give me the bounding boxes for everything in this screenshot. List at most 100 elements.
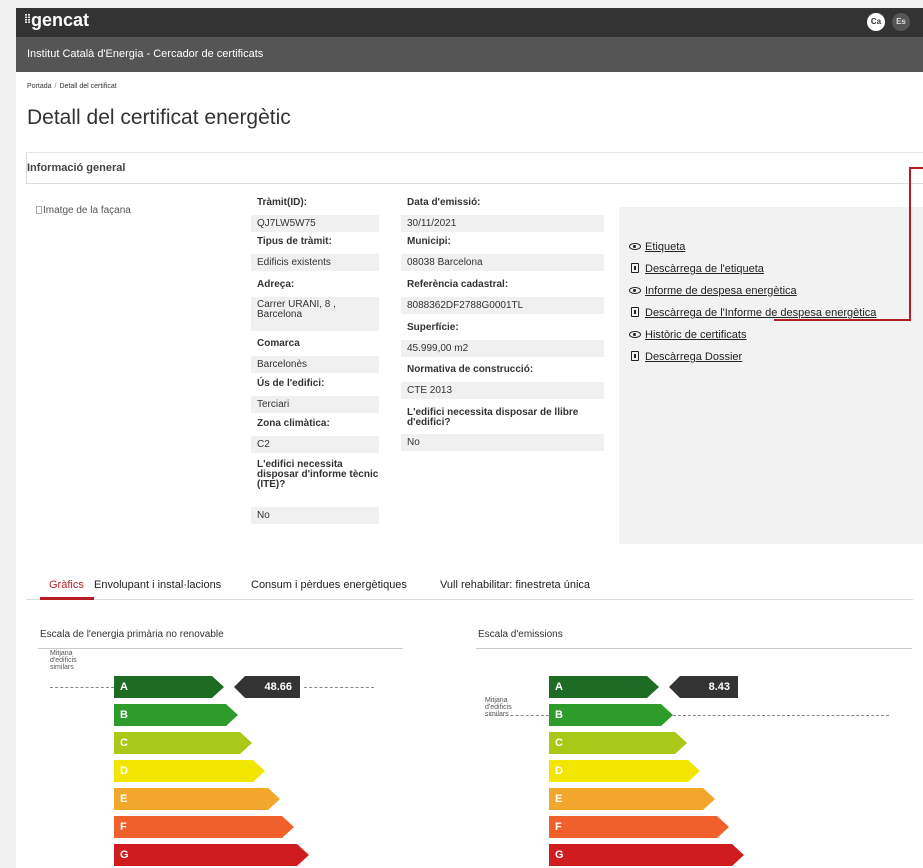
fields_col1-label-3: Comarca xyxy=(257,338,300,349)
eye-icon xyxy=(629,331,641,338)
breadcrumb: Portada / Detall del certificat xyxy=(27,83,117,90)
rating-bar-C: C xyxy=(114,732,252,754)
language-ca-button[interactable]: Ca xyxy=(867,13,885,31)
page-shell: ⁞⁞gencat Ca Es Institut Català d'Energia… xyxy=(16,8,923,868)
top-bar: ⁞⁞gencat Ca Es xyxy=(16,8,923,37)
average-label-line: Mitjana xyxy=(485,697,508,704)
average-label-line: d'edificis xyxy=(50,657,77,664)
fields_col1-value-6: No xyxy=(251,507,379,524)
average-dash-right-0 xyxy=(304,687,374,688)
average-label-line: Mitjana xyxy=(50,650,73,657)
facade-image: Imatge de la façana xyxy=(36,205,131,216)
broken-image-icon xyxy=(36,206,42,214)
subheader: Institut Català d'Energia - Cercador de … xyxy=(16,37,923,72)
tab-rehabilitar[interactable]: Vull rehabilitar: finestreta única xyxy=(440,579,590,591)
rating-bar-G: G xyxy=(114,844,309,866)
fields_col2-label-4: Normativa de construcció: xyxy=(407,364,534,375)
fields_col2-label-0: Data d'emissió: xyxy=(407,197,481,208)
fields_col2-value-2: 8088362DF2788G0001TL xyxy=(401,297,604,314)
subheader-title[interactable]: Institut Català d'Energia - Cercador de … xyxy=(27,48,263,60)
breadcrumb-home[interactable]: Portada xyxy=(27,83,52,90)
rating-bar-F: F xyxy=(114,816,294,838)
highlight-line xyxy=(774,319,911,321)
chart-rule-1 xyxy=(476,648,912,649)
highlight-line-top xyxy=(909,167,923,169)
rating-bar-E: E xyxy=(549,788,715,810)
fields_col1-value-5: C2 xyxy=(251,436,379,453)
fields_col1-value-4: Terciari xyxy=(251,396,379,413)
section-header-box xyxy=(26,152,923,184)
chart-title-0: Escala de l'energia primària no renovabl… xyxy=(40,629,224,640)
fields_col2-value-5: No xyxy=(401,434,604,451)
breadcrumb-separator: / xyxy=(54,83,57,90)
rating-bar-D: D xyxy=(114,760,265,782)
average-dash-left-0 xyxy=(50,687,114,688)
rating-bar-A: A xyxy=(549,676,659,698)
average-label-0: Mitjana d'edificis similars xyxy=(50,650,90,671)
link-0[interactable]: Etiqueta xyxy=(629,241,685,253)
rating-bar-B: B xyxy=(114,704,238,726)
active-tab-indicator xyxy=(40,597,94,600)
fields_col2-label-3: Superfície: xyxy=(407,322,459,333)
page-title: Detall del certificat energètic xyxy=(27,106,291,129)
links-panel xyxy=(619,207,923,544)
fields_col2-label-2: Referència cadastral: xyxy=(407,279,509,290)
fields_col2-value-1: 08038 Barcelona xyxy=(401,254,604,271)
fields_col1-label-2: Adreça: xyxy=(257,279,295,290)
average-dash-left-1 xyxy=(485,715,549,716)
fields_col2-value-3: 45.999,00 m2 xyxy=(401,340,604,357)
breadcrumb-current: Detall del certificat xyxy=(59,83,117,90)
language-es-button[interactable]: Es xyxy=(892,13,910,31)
fields_col1-value-3: Barcelonès xyxy=(251,356,379,373)
rating-bar-C: C xyxy=(549,732,687,754)
fields_col2-value-0: 30/11/2021 xyxy=(401,215,604,232)
rating-bar-F: F xyxy=(549,816,729,838)
fields_col1-label-0: Tràmit(ID): xyxy=(257,197,307,208)
link-1[interactable]: Descàrrega de l'etiqueta xyxy=(629,263,764,275)
average-label-line: d'edificis xyxy=(485,704,512,711)
link-2[interactable]: Informe de despesa energètica xyxy=(629,285,797,297)
fields_col2-label-1: Municipi: xyxy=(407,236,451,247)
eye-icon xyxy=(629,243,641,250)
tab-envolupant[interactable]: Envolupant i instal·lacions xyxy=(94,579,221,591)
gencat-logo[interactable]: ⁞⁞gencat xyxy=(24,10,89,31)
fields_col1-label-6: L'edifici necessita disposar d'informe t… xyxy=(257,459,379,490)
link-label: Descàrrega de l'Informe de despesa energ… xyxy=(645,307,877,319)
link-label: Informe de despesa energètica xyxy=(645,285,797,297)
rating-value-tag-1: 8.43 xyxy=(669,676,738,698)
link-5[interactable]: Descàrrega Dossier xyxy=(629,351,742,363)
link-4[interactable]: Històric de certificats xyxy=(629,329,746,341)
rating-bar-B: B xyxy=(549,704,673,726)
fields_col2-label-5: L'edifici necessita disposar de llibre d… xyxy=(407,407,579,428)
rating-bar-A: A xyxy=(114,676,224,698)
fields_col1-label-5: Zona climàtica: xyxy=(257,418,330,429)
link-3[interactable]: Descàrrega de l'Informe de despesa energ… xyxy=(629,307,876,319)
tabs-divider xyxy=(26,599,913,600)
link-label: Etiqueta xyxy=(645,241,686,253)
link-label: Històric de certificats xyxy=(645,329,747,341)
download-file-icon xyxy=(631,351,639,361)
rating-bar-D: D xyxy=(549,760,700,782)
highlight-line-vertical xyxy=(909,167,911,321)
fields_col1-label-1: Tipus de tràmit: xyxy=(257,236,332,247)
chart-rule-0 xyxy=(38,648,403,649)
eye-icon xyxy=(629,287,641,294)
fields_col2-value-4: CTE 2013 xyxy=(401,382,604,399)
fields_col1-value-2: Carrer URANI, 8 , Barcelona xyxy=(251,297,379,331)
link-label: Descàrrega de l'etiqueta xyxy=(645,263,764,275)
average-dash-right-1 xyxy=(673,715,889,716)
download-file-icon xyxy=(631,307,639,317)
fields_col1-value-1: Edificis existents xyxy=(251,254,379,271)
rating-bar-E: E xyxy=(114,788,280,810)
average-label-line: similars xyxy=(50,664,74,671)
fields_col1-value-0: QJ7LW5W75 xyxy=(251,215,379,232)
rating-value-tag-0: 48.66 xyxy=(234,676,300,698)
fields_col1-label-4: Ús de l'edifici: xyxy=(257,378,325,389)
download-file-icon xyxy=(631,263,639,273)
tab-grafics[interactable]: Gràfics xyxy=(49,579,84,591)
link-label: Descàrrega Dossier xyxy=(645,351,743,363)
chart-title-1: Escala d'emissions xyxy=(478,629,563,640)
section-title: Informació general xyxy=(27,162,126,174)
rating-bar-G: G xyxy=(549,844,744,866)
tab-consum[interactable]: Consum i pèrdues energètiques xyxy=(251,579,407,591)
